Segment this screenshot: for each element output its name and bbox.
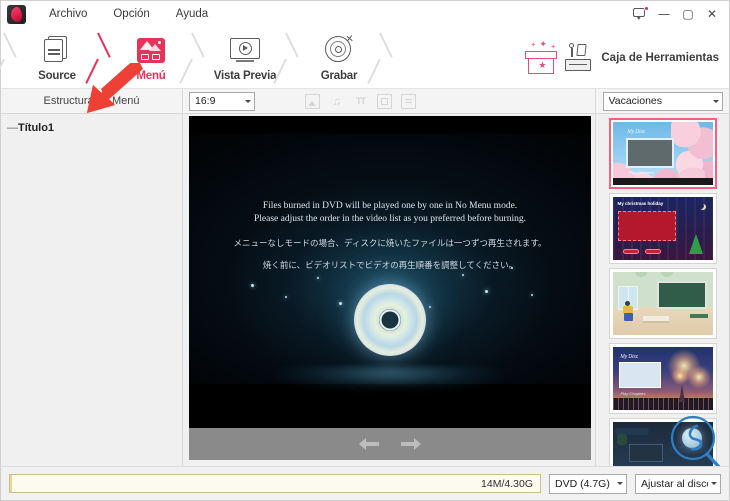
- template-thumb-christmas[interactable]: My christmas holiday: [608, 193, 717, 264]
- step-source[interactable]: Source: [19, 27, 95, 88]
- step-menu[interactable]: Menú: [113, 27, 189, 88]
- menu-edit-icons: ♫ TT: [305, 93, 416, 109]
- workflow-steps: Source Menú Vista Previa Grabar: [1, 27, 395, 88]
- disc-capacity-bar: 14M/4.30G: [9, 474, 541, 493]
- edit-tools: 16:9 ♫ TT: [183, 89, 595, 113]
- step-preview[interactable]: Vista Previa: [207, 27, 283, 88]
- feedback-button[interactable]: [629, 4, 651, 24]
- chevron-down-icon: [711, 482, 717, 485]
- maximize-icon: ▢: [682, 7, 694, 21]
- source-icon: [43, 36, 71, 64]
- arrow-right-icon[interactable]: [401, 437, 421, 451]
- chevron-down-icon: [712, 99, 719, 103]
- sub-toolbar: Estructura de Menú 16:9 ♫ TT Vacaciones: [1, 89, 729, 114]
- toolbox-label: Caja de Herramientas: [601, 51, 719, 64]
- step-divider-2: [189, 27, 207, 88]
- preview-navigation-bar: [189, 428, 591, 460]
- template-thumb-night[interactable]: My Disc: [608, 418, 717, 466]
- chevron-down-icon: [245, 99, 251, 103]
- dvd-disc-icon: [354, 284, 426, 356]
- step-divider-3: [283, 27, 301, 88]
- template-category-value: Vacaciones: [608, 95, 663, 107]
- document-icon[interactable]: [401, 93, 416, 109]
- close-button[interactable]: ✕: [701, 4, 723, 24]
- disc-glow: [275, 366, 505, 392]
- window-controls: — ▢ ✕: [629, 4, 723, 24]
- gift-box-icon[interactable]: ✦ ✦ ✦ ★: [525, 39, 559, 74]
- template-list[interactable]: My Disc Play Chapters My christmas holid…: [595, 114, 729, 466]
- main-toolbar: Source Menú Vista Previa Grabar ✦ ✦ ✦ ★ …: [1, 27, 729, 89]
- menu-opcion[interactable]: Opción: [100, 5, 162, 23]
- step-source-label: Source: [38, 70, 76, 82]
- capacity-fill: [10, 475, 13, 492]
- preview-icon: [230, 38, 260, 62]
- music-icon[interactable]: ♫: [329, 94, 344, 109]
- feedback-icon: [632, 6, 649, 21]
- preview-panel: Files burned in DVD will be played one b…: [183, 114, 595, 466]
- template-title-0: My Disc: [627, 129, 646, 135]
- template-thumb-fireworks[interactable]: My Disc Play Chapters: [608, 343, 717, 414]
- sidebar-item-label: Título1: [18, 122, 55, 134]
- template-category-dropdown[interactable]: Vacaciones: [602, 91, 723, 111]
- text-icon[interactable]: TT: [353, 94, 368, 109]
- status-bar: 14M/4.30G DVD (4.7G) Ajustar al disco: [1, 466, 729, 500]
- step-burn-label: Grabar: [320, 70, 358, 82]
- structure-header: Estructura de Menú: [1, 89, 183, 113]
- template-title-1: My christmas holiday: [617, 201, 664, 206]
- minimize-button[interactable]: —: [653, 4, 675, 24]
- sidebar-item-titulo1[interactable]: — Título1: [7, 120, 182, 136]
- toolbox-icon: [563, 42, 593, 73]
- structure-label: Estructura de Menú: [43, 95, 140, 107]
- template-thumb-sakura[interactable]: My Disc Play Chapters: [608, 118, 717, 189]
- template-title-3: My Disc: [620, 354, 639, 360]
- fit-mode-dropdown[interactable]: Ajustar al disco: [635, 473, 721, 494]
- toolbar-right-group: ✦ ✦ ✦ ★ Caja de Herramientas: [525, 27, 729, 88]
- step-burn[interactable]: Grabar: [301, 27, 377, 88]
- step-divider-4: [377, 27, 395, 88]
- aspect-ratio-dropdown[interactable]: 16:9: [189, 91, 255, 111]
- main-body: — Título1 Files burned in DVD will be pl…: [1, 114, 729, 466]
- aspect-ratio-value: 16:9: [195, 95, 216, 107]
- step-preview-label: Vista Previa: [213, 70, 277, 82]
- tree-expander-icon[interactable]: —: [7, 122, 18, 134]
- app-logo-icon: [7, 4, 26, 24]
- image-icon[interactable]: [305, 93, 320, 109]
- menu-bar: Archivo Opción Ayuda: [36, 5, 221, 23]
- menu-preview-canvas[interactable]: Files burned in DVD will be played one b…: [189, 116, 591, 428]
- maximize-button[interactable]: ▢: [677, 4, 699, 24]
- template-category-holder: Vacaciones: [595, 89, 729, 113]
- minimize-icon: —: [658, 7, 670, 21]
- toolbox-button[interactable]: Caja de Herramientas: [563, 42, 719, 73]
- chevron-down-icon: [617, 482, 623, 485]
- template-buttons-0: Play Chapters: [628, 170, 654, 175]
- template-subtitle-3: Play Chapters: [620, 391, 646, 396]
- close-icon: ✕: [706, 7, 718, 21]
- disc-type-dropdown[interactable]: DVD (4.7G): [549, 473, 627, 494]
- frame-icon[interactable]: [377, 93, 392, 109]
- burn-icon: [325, 36, 353, 64]
- fit-mode-value: Ajustar al disco: [641, 477, 708, 490]
- application-window: Archivo Opción Ayuda — ▢ ✕ Source Menú V…: [0, 0, 730, 501]
- step-divider-active: [95, 27, 113, 88]
- step-divider: [1, 27, 19, 88]
- template-thumb-classroom[interactable]: [608, 268, 717, 339]
- capacity-text: 14M/4.30G: [481, 477, 533, 490]
- step-menu-label: Menú: [136, 70, 166, 82]
- arrow-left-icon[interactable]: [359, 437, 379, 451]
- disc-type-value: DVD (4.7G): [555, 477, 610, 490]
- menu-archivo[interactable]: Archivo: [36, 5, 100, 23]
- menu-ayuda[interactable]: Ayuda: [163, 5, 221, 23]
- menu-icon: [137, 37, 165, 63]
- menu-structure-sidebar: — Título1: [1, 114, 183, 466]
- title-bar: Archivo Opción Ayuda — ▢ ✕: [1, 1, 729, 27]
